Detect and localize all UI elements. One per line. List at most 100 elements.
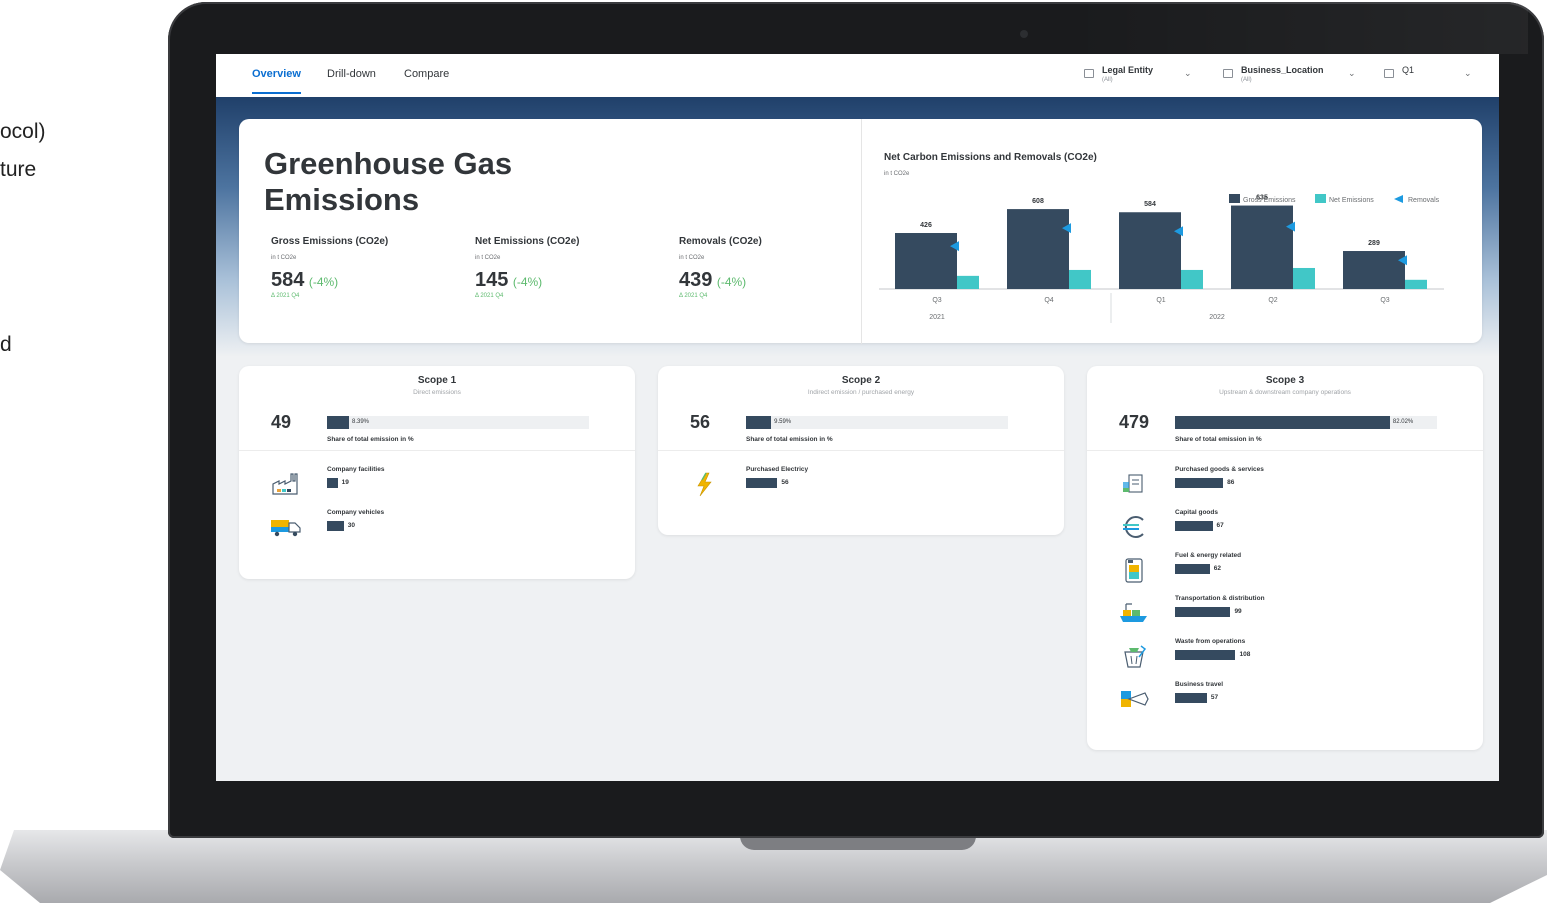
kpi-net-emissions[interactable]: Net Emissions (CO2e) in t CO2e 145 (-4%)… — [475, 236, 665, 299]
share-bar-fill — [327, 416, 349, 429]
category-value: 108 — [1239, 651, 1251, 658]
share-bar-track[interactable]: 82.02% — [1175, 416, 1437, 429]
category-bar — [1175, 564, 1210, 574]
emission-category-row[interactable]: Company facilities 19 — [327, 466, 627, 502]
share-percent-label: 8.39% — [352, 419, 370, 425]
category-value: 57 — [1210, 694, 1219, 701]
webcam — [1020, 30, 1028, 38]
kpi-label: Removals (CO2e) — [679, 236, 762, 247]
category-value: 19 — [341, 479, 349, 486]
section-divider — [239, 450, 635, 451]
category-label: Purchased goods & services — [1175, 466, 1264, 473]
bar-net-emissions — [1405, 279, 1427, 289]
share-caption: Share of total emission in % — [1175, 436, 1262, 443]
waste-icon — [1117, 642, 1151, 670]
bar-gross-emissions — [1343, 251, 1405, 289]
category-bar — [327, 521, 344, 531]
quarter-filter[interactable]: Q1 ⌄ — [1384, 65, 1476, 87]
kpi-delta: (-4%) — [512, 275, 543, 289]
kpi-delta: (-4%) — [716, 275, 747, 289]
kpi-label: Net Emissions (CO2e) — [475, 236, 580, 247]
emission-category-row[interactable]: Company vehicles 30 — [327, 509, 627, 545]
data-label: 635 — [1256, 195, 1268, 202]
emission-category-row[interactable]: Waste from operations 108 — [1175, 638, 1475, 674]
bar-gross-emissions — [895, 233, 957, 289]
emission-category-row[interactable]: Purchased Electricy 56 — [746, 466, 1046, 502]
top-navigation-bar: Overview Drill-down Compare Legal Entity… — [216, 54, 1499, 97]
share-bar-track[interactable]: 8.39% — [327, 416, 589, 429]
tab-drill-down[interactable]: Drill-down — [327, 68, 376, 80]
section-divider — [1087, 450, 1483, 451]
category-bar — [1175, 607, 1231, 617]
kpi-value: 439 — [679, 269, 713, 291]
dimension-icon — [1084, 69, 1094, 78]
filter-label: Q1 — [1402, 65, 1415, 75]
net-carbon-bar-chart[interactable]: Gross Emissions Net Emissions Removals 426 Q… — [879, 187, 1459, 337]
chevron-down-icon: ⌄ — [1184, 68, 1192, 78]
category-label: Waste from operations — [1175, 638, 1246, 645]
shopping-icon — [1117, 470, 1151, 498]
legend-label: Net Emissions — [1329, 197, 1374, 204]
share-caption: Share of total emission in % — [746, 436, 833, 443]
category-bar — [746, 478, 778, 488]
x-tick-label: Q3 — [1380, 297, 1389, 304]
category-label: Capital goods — [1175, 509, 1218, 516]
category-label: Transportation & distribution — [1175, 595, 1265, 602]
share-caption: Share of total emission in % — [327, 436, 414, 443]
category-value: 67 — [1216, 522, 1224, 529]
scope-1-card: Scope 1 Direct emissions 49 8.39% Share of t… — [239, 366, 635, 579]
chart-title: Net Carbon Emissions and Removals (CO2e) — [884, 152, 1097, 163]
filter-value: (All) — [1241, 77, 1252, 83]
kpi-comparison: Δ 2021 Q4 — [271, 293, 300, 299]
laptop-mockup-stage: ocol) ture d Overview Drill-down Compare… — [0, 0, 1547, 903]
x-group-label: 2022 — [1209, 314, 1225, 321]
category-label: Purchased Electricy — [746, 466, 809, 473]
category-value: 56 — [781, 479, 789, 486]
bar-net-emissions — [1069, 269, 1091, 289]
slide-text-fragment: ture — [0, 158, 37, 181]
scope-title: Scope 2 — [841, 375, 881, 386]
filter-label: Business_Location — [1241, 65, 1324, 75]
bar-net-emissions — [1181, 269, 1203, 289]
scope-title: Scope 3 — [1265, 375, 1305, 386]
bar-gross-emissions — [1119, 212, 1181, 289]
share-bar-fill — [1175, 416, 1390, 429]
share-bar-fill — [746, 416, 772, 429]
emission-category-row[interactable]: Business travel 57 — [1175, 681, 1475, 717]
screen: Overview Drill-down Compare Legal Entity… — [216, 54, 1499, 781]
legal-entity-filter[interactable]: Legal Entity (All) ⌄ — [1084, 65, 1196, 87]
tab-overview[interactable]: Overview — [252, 68, 301, 94]
category-value: 86 — [1227, 479, 1235, 486]
category-bar — [327, 478, 338, 488]
chart-subtitle: in t CO2e — [884, 171, 910, 177]
legend-swatch-removals — [1394, 195, 1403, 203]
chevron-down-icon: ⌄ — [1464, 68, 1472, 78]
legend-swatch — [1229, 194, 1240, 203]
filter-value: (All) — [1102, 77, 1113, 83]
euro-icon — [1117, 513, 1151, 541]
scope-total: 56 — [690, 412, 711, 432]
business-location-filter[interactable]: Business_Location (All) ⌄ — [1223, 65, 1361, 87]
kpi-unit: in t CO2e — [475, 255, 501, 261]
kpi-unit: in t CO2e — [679, 255, 705, 261]
category-value: 62 — [1213, 565, 1221, 572]
tab-compare[interactable]: Compare — [404, 68, 449, 80]
dimension-icon — [1384, 69, 1394, 78]
kpi-removals[interactable]: Removals (CO2e) in t CO2e 439 (-4%) Δ 20… — [679, 236, 869, 299]
lightning-icon — [688, 470, 722, 498]
category-label: Company vehicles — [327, 509, 385, 516]
kpi-gross-emissions[interactable]: Gross Emissions (CO2e) in t CO2e 584 (-4… — [271, 236, 461, 299]
category-label: Company facilities — [327, 466, 385, 473]
kpi-label: Gross Emissions (CO2e) — [271, 236, 389, 247]
emission-category-row[interactable]: Fuel & energy related 62 — [1175, 552, 1475, 588]
emission-category-row[interactable]: Capital goods 67 — [1175, 509, 1475, 545]
lid-reflection — [1068, 2, 1528, 54]
filter-label: Legal Entity — [1102, 65, 1154, 75]
chevron-down-icon: ⌄ — [1348, 68, 1356, 78]
emission-category-row[interactable]: Purchased goods & services 86 — [1175, 466, 1475, 502]
share-bar-track[interactable]: 9.59% — [746, 416, 1008, 429]
emission-category-row[interactable]: Transportation & distribution 99 — [1175, 595, 1475, 631]
category-value: 30 — [347, 522, 356, 529]
x-tick-label: Q1 — [1156, 297, 1165, 304]
kpi-value-row: 584 (-4%) — [271, 269, 461, 292]
